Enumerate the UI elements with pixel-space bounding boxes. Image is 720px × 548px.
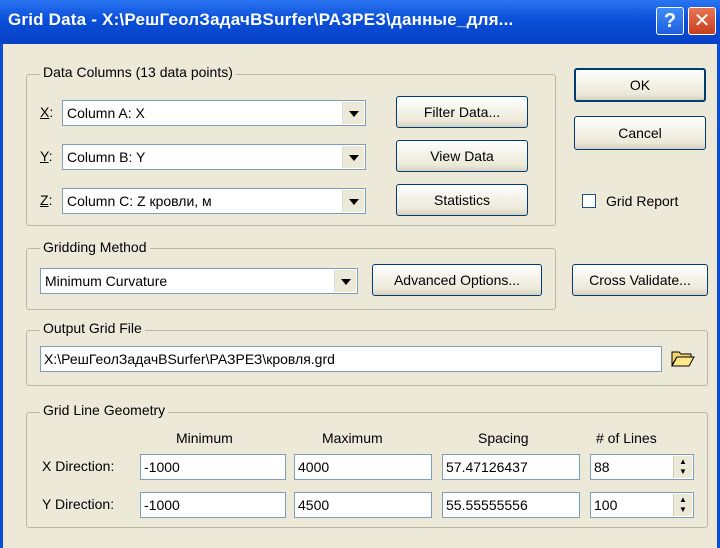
y-column-select[interactable]: Column B: Y — [62, 144, 366, 170]
x-maximum-input[interactable]: 4000 — [294, 454, 432, 480]
maximum-header: Maximum — [322, 430, 383, 446]
grid-report-label: Grid Report — [606, 193, 679, 209]
y-minimum-input[interactable]: -1000 — [140, 492, 286, 518]
x-spacing-input[interactable]: 57.47126437 — [442, 454, 580, 480]
statistics-button[interactable]: Statistics — [396, 184, 528, 216]
chevron-down-icon[interactable] — [342, 190, 364, 212]
gridding-method-select[interactable]: Minimum Curvature — [40, 268, 358, 294]
y-maximum-input[interactable]: 4500 — [294, 492, 432, 518]
x-lines-input[interactable]: 88 ▲ ▼ — [590, 454, 694, 480]
z-column-value: Column C: Z кровли, м — [67, 193, 212, 209]
close-icon[interactable]: ✕ — [688, 7, 716, 35]
gridding-method-value: Minimum Curvature — [45, 273, 168, 289]
x-column-label: X: — [40, 104, 54, 120]
output-grid-file-legend: Output Grid File — [40, 320, 145, 336]
filter-data-button[interactable]: Filter Data... — [396, 96, 528, 128]
open-folder-icon[interactable] — [670, 347, 696, 369]
z-column-label: Z: — [40, 192, 53, 208]
grid-report-checkbox[interactable] — [582, 194, 596, 208]
chevron-down-icon[interactable] — [334, 270, 356, 292]
output-grid-file-input[interactable]: X:\РешГеолЗадачВSurfer\РАЗРЕЗ\кровля.grd — [40, 346, 662, 372]
cancel-button[interactable]: Cancel — [574, 116, 706, 150]
title-bar: Grid Data - X:\РешГеолЗадачВSurfer\РАЗРЕ… — [0, 0, 720, 44]
minimum-header: Minimum — [176, 430, 233, 446]
spacing-header: Spacing — [478, 430, 529, 446]
help-icon[interactable]: ? — [656, 7, 684, 35]
x-direction-label: X Direction: — [42, 458, 115, 474]
advanced-options-button[interactable]: Advanced Options... — [372, 264, 542, 296]
y-lines-input[interactable]: 100 ▲ ▼ — [590, 492, 694, 518]
ok-button[interactable]: OK — [574, 68, 706, 102]
chevron-down-icon[interactable] — [342, 102, 364, 124]
cross-validate-button[interactable]: Cross Validate... — [572, 264, 708, 296]
grid-line-geometry-legend: Grid Line Geometry — [40, 402, 169, 418]
x-lines-spinner[interactable]: ▲ ▼ — [673, 456, 692, 478]
z-column-select[interactable]: Column C: Z кровли, м — [62, 188, 366, 214]
y-column-value: Column B: Y — [67, 149, 146, 165]
x-column-value: Column A: X — [67, 105, 145, 121]
lines-header: # of Lines — [596, 430, 657, 446]
view-data-button[interactable]: View Data — [396, 140, 528, 172]
y-spacing-input[interactable]: 55.55555556 — [442, 492, 580, 518]
window-title: Grid Data - X:\РешГеолЗадачВSurfer\РАЗРЕ… — [8, 10, 514, 29]
y-direction-label: Y Direction: — [42, 496, 115, 512]
data-columns-legend: Data Columns (13 data points) — [40, 64, 236, 80]
chevron-down-icon[interactable] — [342, 146, 364, 168]
x-minimum-input[interactable]: -1000 — [140, 454, 286, 480]
x-column-select[interactable]: Column A: X — [62, 100, 366, 126]
y-column-label: Y: — [40, 148, 53, 164]
gridding-method-legend: Gridding Method — [40, 239, 150, 255]
y-lines-spinner[interactable]: ▲ ▼ — [673, 494, 692, 516]
